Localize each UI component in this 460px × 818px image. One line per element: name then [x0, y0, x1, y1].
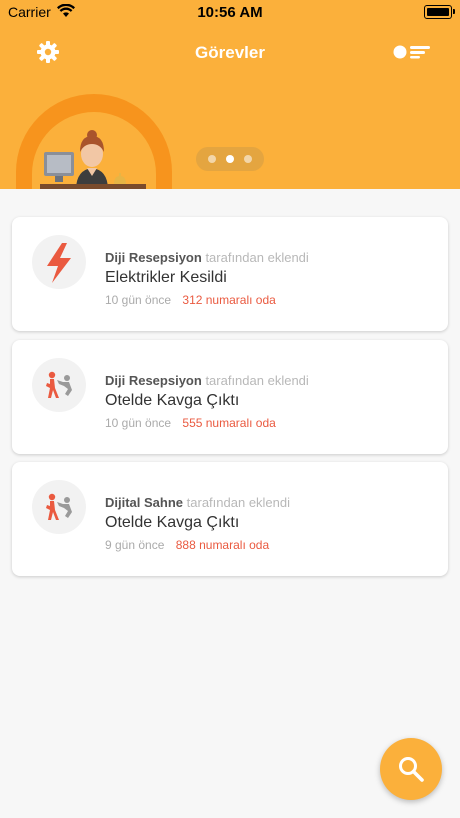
task-icon-container — [32, 235, 86, 289]
header: Carrier 10:56 AM Görevler — [0, 0, 460, 189]
battery-icon — [424, 5, 455, 19]
task-added-by: tarafından eklendi — [186, 495, 291, 510]
task-author: Diji Resepsiyon — [105, 373, 202, 388]
pager-dot[interactable] — [244, 155, 252, 163]
pager-dot[interactable] — [208, 155, 216, 163]
page-title: Görevler — [195, 43, 265, 62]
task-added-by: tarafından eklendi — [205, 250, 309, 265]
task-room: 555 numaralı oda — [182, 416, 276, 430]
task-author: Diji Resepsiyon — [105, 250, 202, 265]
task-meta: 9 gün önce 888 numaralı oda — [105, 538, 269, 552]
lightning-icon — [47, 243, 71, 283]
task-author-line: Dijital Sahne tarafından eklendi — [105, 495, 290, 510]
task-card[interactable]: Dijital Sahne tarafından eklendi Otelde … — [12, 462, 448, 576]
fight-icon — [46, 371, 72, 398]
carousel-pager[interactable] — [196, 147, 264, 171]
task-author-line: Diji Resepsiyon tarafından eklendi — [105, 250, 309, 265]
filter-icon[interactable] — [393, 44, 431, 60]
search-button[interactable] — [380, 738, 442, 800]
task-title: Otelde Kavga Çıktı — [105, 514, 240, 531]
receptionist-illustration — [40, 130, 146, 189]
pager-dot-active[interactable] — [226, 155, 234, 163]
task-title: Elektrikler Kesildi — [105, 269, 227, 286]
task-added-by: tarafından eklendi — [205, 373, 309, 388]
task-room: 312 numaralı oda — [182, 293, 276, 307]
task-author: Dijital Sahne — [105, 495, 184, 510]
task-time-ago: 9 gün önce — [105, 538, 165, 552]
task-card[interactable]: Diji Resepsiyon tarafından eklendi Oteld… — [12, 340, 448, 454]
task-time-ago: 10 gün önce — [105, 293, 172, 307]
status-bar: Carrier 10:56 AM — [0, 0, 460, 24]
search-icon — [399, 757, 424, 782]
task-meta: 10 gün önce 555 numaralı oda — [105, 416, 276, 430]
task-card[interactable]: Diji Resepsiyon tarafından eklendi Elekt… — [12, 217, 448, 331]
task-author-line: Diji Resepsiyon tarafından eklendi — [105, 373, 309, 388]
task-time-ago: 10 gün önce — [105, 416, 172, 430]
task-icon-container — [32, 358, 86, 412]
fight-icon — [46, 493, 72, 520]
task-icon-container — [32, 480, 86, 534]
task-title: Otelde Kavga Çıktı — [105, 392, 240, 409]
task-meta: 10 gün önce 312 numaralı oda — [105, 293, 276, 307]
status-time: 10:56 AM — [197, 4, 263, 21]
task-room: 888 numaralı oda — [175, 538, 270, 552]
